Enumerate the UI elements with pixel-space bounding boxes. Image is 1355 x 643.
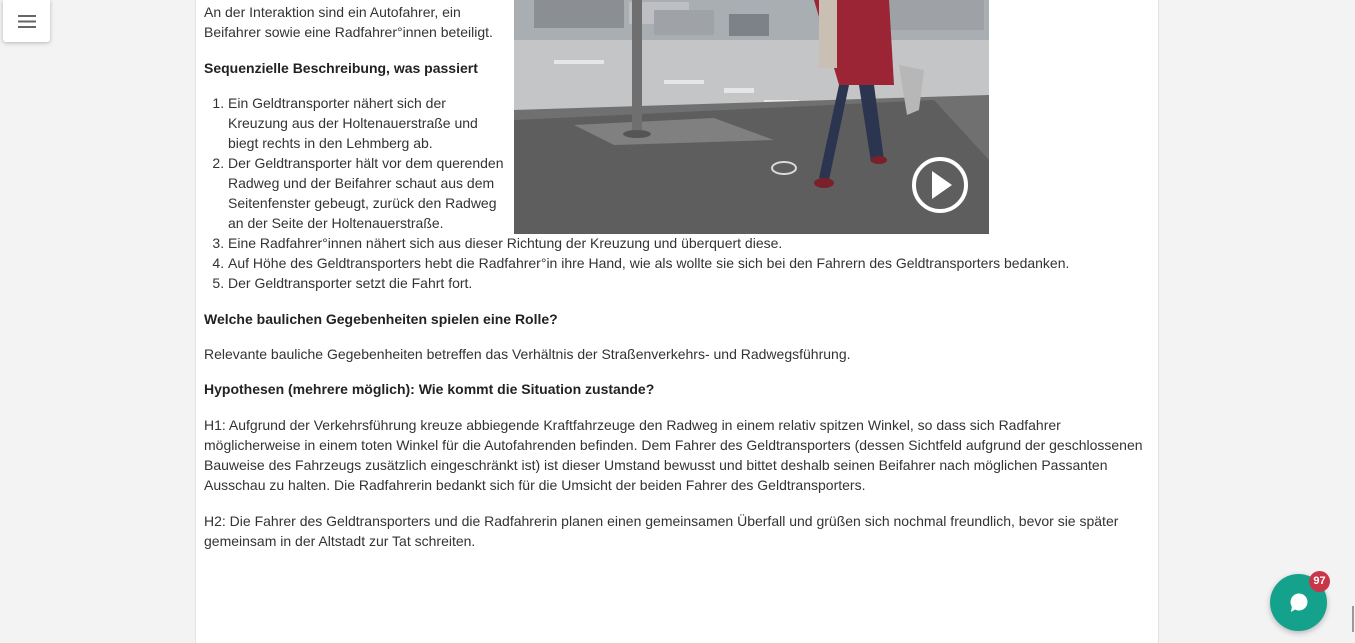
sequence-list: Ein Geldtransporter nähert sich der Kreu…: [204, 93, 1148, 293]
notification-badge: 97: [1309, 571, 1330, 592]
list-item: Eine Radfahrer°innen nähert sich aus die…: [228, 233, 1148, 253]
menu-button[interactable]: [3, 0, 50, 42]
list-item: Der Geldtransporter setzt die Fahrt fort…: [228, 273, 1148, 293]
chat-icon: [1290, 593, 1307, 612]
hypothesis-1: H1: Aufgrund der Verkehrsführung kreuze …: [204, 417, 1143, 493]
list-item: Der Geldtransporter hält vor dem querend…: [228, 153, 508, 233]
content-page: An der Interaktion sind ein Autofahrer, …: [195, 0, 1159, 643]
heading-hypotheses: Hypothesen (mehrere möglich): Wie kommt …: [204, 381, 655, 397]
scrollbar-thumb[interactable]: [1352, 606, 1354, 632]
list-item: Auf Höhe des Geldtransporters hebt die R…: [228, 253, 1148, 273]
heading-sequence: Sequenzielle Beschreibung, was passiert: [204, 60, 478, 76]
hypothesis-2: H2: Die Fahrer des Geldtransporters und …: [204, 513, 1119, 549]
menu-icon: [17, 14, 36, 28]
intro-text: An der Interaktion sind ein Autofahrer, …: [204, 4, 493, 40]
list-item: Ein Geldtransporter nähert sich der Kreu…: [228, 93, 508, 153]
structural-text: Relevante bauliche Gegebenheiten betreff…: [204, 346, 851, 362]
heading-structural: Welche baulichen Gegebenheiten spielen e…: [204, 311, 558, 327]
